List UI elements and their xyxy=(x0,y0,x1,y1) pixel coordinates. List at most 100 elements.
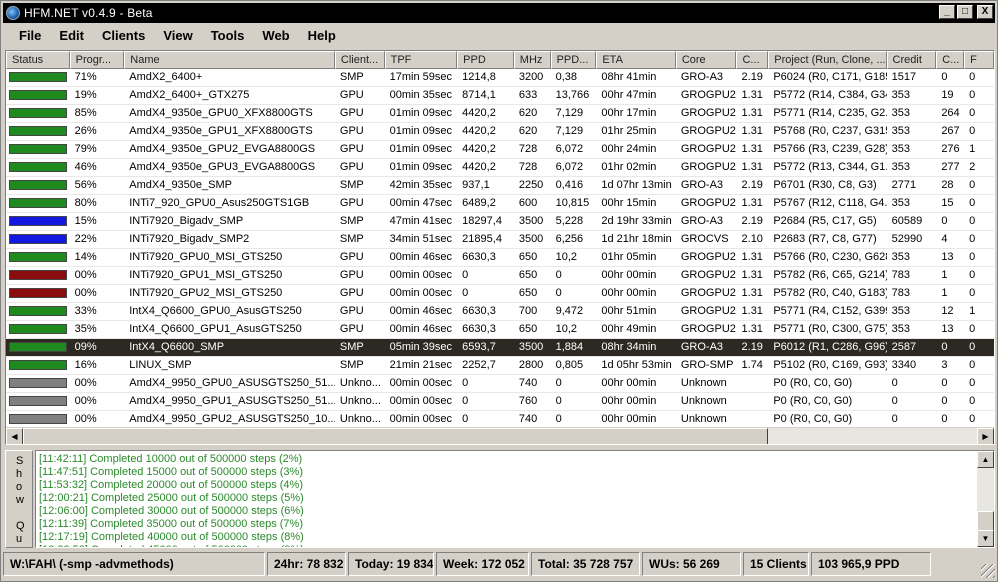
status-indicator-green xyxy=(9,324,67,334)
status-cell xyxy=(6,69,70,87)
cell-core-version: 1.31 xyxy=(741,269,763,281)
column-header-failed[interactable]: F xyxy=(964,51,994,69)
column-header-progress[interactable]: Progr... xyxy=(69,51,125,69)
scroll-left-arrow-icon[interactable]: ◀ xyxy=(6,428,23,444)
column-header-project[interactable]: Project (Run, Clone, ... xyxy=(768,51,887,69)
table-row[interactable]: 85% AmdX4_9350e_GPU0_XFX8800GTS GPU 01min 0… xyxy=(6,105,994,123)
scroll-down-arrow-icon[interactable]: ▼ xyxy=(977,530,994,547)
show-queue-toggle[interactable]: Show Qu xyxy=(5,450,33,548)
table-row[interactable]: 80% INTi7_920_GPU0_Asus250GTS1GB GPU 00min … xyxy=(6,195,994,213)
table-row[interactable]: 71% AmdX2_6400+ SMP 17min 59sec 1214,8 3200 0,… xyxy=(6,69,994,87)
cell-credit: 353 xyxy=(891,161,910,173)
cell-mhz: 700 xyxy=(518,305,538,317)
cell-completed: 0 xyxy=(941,71,948,83)
cell-completed: 1 xyxy=(941,269,948,281)
cell-name: INTi7920_Bigadv_SMP2 xyxy=(129,233,250,245)
show-queue-label-char: S xyxy=(16,455,24,467)
scroll-up-arrow-icon[interactable]: ▲ xyxy=(977,451,994,468)
table-row[interactable]: 16% LINUX_SMP SMP 21min 21sec 2252,7 2800 0,80… xyxy=(6,357,994,375)
log-vertical-scrollbar[interactable]: ▲ ▼ xyxy=(977,451,994,547)
cell-failed: 1 xyxy=(969,305,976,317)
cell-completed: 276 xyxy=(941,143,960,155)
scroll-right-arrow-icon[interactable]: ▶ xyxy=(977,428,994,444)
cell-completed: 28 xyxy=(941,179,954,191)
menu-help[interactable]: Help xyxy=(299,28,345,43)
menu-edit[interactable]: Edit xyxy=(50,28,93,43)
title-bar[interactable]: HFM.NET v0.4.9 - Beta _ □ X xyxy=(3,3,995,23)
table-row[interactable]: 15% INTi7920_Bigadv_SMP SMP 47min 41sec 1829… xyxy=(6,213,994,231)
table-row[interactable]: 22% INTi7920_Bigadv_SMP2 SMP 34min 51sec 218… xyxy=(6,231,994,249)
horizontal-scrollbar[interactable]: ◀ ▶ xyxy=(6,427,994,444)
column-header-core[interactable]: Core xyxy=(675,51,737,69)
cell-core-version: 2.19 xyxy=(741,71,763,83)
column-header-core-version[interactable]: C... xyxy=(736,51,769,69)
column-header-tpf[interactable]: TPF xyxy=(384,51,458,69)
status-indicator-green xyxy=(9,162,67,172)
minimize-button[interactable]: _ xyxy=(939,5,955,19)
resize-grip-icon[interactable] xyxy=(981,564,995,578)
cell-core-version: 1.31 xyxy=(741,251,763,263)
cell-completed: 267 xyxy=(941,125,960,137)
status-indicator-blue xyxy=(9,216,67,226)
clients-grid[interactable]: Status Progr... Name Client... TPF PPD MHz PPD.… xyxy=(5,50,995,445)
column-header-credit[interactable]: Credit xyxy=(886,51,937,69)
cell-eta: 00hr 51min xyxy=(601,305,657,317)
column-header-ppd-mhz[interactable]: PPD... xyxy=(550,51,597,69)
table-row[interactable]: 56% AmdX4_9350e_SMP SMP 42min 35sec 937,1 225… xyxy=(6,177,994,195)
cell-ppd: 0 xyxy=(462,377,469,389)
column-header-completed[interactable]: C... xyxy=(936,51,965,69)
cell-name: AmdX4_9350e_GPU0_XFX8800GTS xyxy=(129,107,313,119)
table-row[interactable]: 14% INTi7920_GPU0_MSI_GTS250 GPU 00min 46se… xyxy=(6,249,994,267)
cell-failed: 0 xyxy=(969,359,976,371)
cell-name: AmdX2_6400+ xyxy=(129,71,203,83)
menu-clients[interactable]: Clients xyxy=(93,28,154,43)
cell-mhz: 620 xyxy=(518,107,538,119)
cell-ppd: 8714,1 xyxy=(462,89,496,101)
maximize-button[interactable]: □ xyxy=(957,5,973,19)
column-header-ppd[interactable]: PPD xyxy=(457,51,514,69)
cell-name: AmdX4_9350e_GPU2_EVGA8800GS xyxy=(129,143,316,155)
menu-view[interactable]: View xyxy=(154,28,201,43)
table-row[interactable]: 00% INTi7920_GPU2_MSI_GTS250 GPU 00min 00se… xyxy=(6,285,994,303)
log-scroll-thumb[interactable] xyxy=(977,511,994,531)
cell-core: GROGPU2 xyxy=(680,269,736,281)
table-row[interactable]: 19% AmdX2_6400+_GTX275 GPU 00min 35sec 8714,… xyxy=(6,87,994,105)
table-row[interactable]: 33% IntX4_Q6600_GPU0_AsusGTS250 GPU 00min 4… xyxy=(6,303,994,321)
table-row[interactable]: 09% IntX4_Q6600_SMP SMP 05min 39sec 6593,7 35… xyxy=(6,339,994,357)
cell-credit: 2587 xyxy=(891,341,917,353)
log-panel: Show Qu [11:42:11] Completed 10000 out of… xyxy=(5,450,995,548)
cell-ppd: 6489,2 xyxy=(462,197,496,209)
status-indicator-green xyxy=(9,144,67,154)
close-button[interactable]: X xyxy=(977,5,993,19)
table-row[interactable]: 46% AmdX4_9350e_GPU3_EVGA8800GS GPU 01min 0… xyxy=(6,159,994,177)
cell-tpf: 00min 46sec xyxy=(389,251,452,263)
cell-progress: 15% xyxy=(74,215,97,227)
cell-project: P5771 (R0, C300, G75) xyxy=(773,323,887,335)
table-row[interactable]: 35% IntX4_Q6600_GPU1_AsusGTS250 GPU 00min 4… xyxy=(6,321,994,339)
cell-credit: 3340 xyxy=(891,359,917,371)
column-header-client[interactable]: Client... xyxy=(334,51,385,69)
cell-core-version: 2.19 xyxy=(741,215,763,227)
log-viewer[interactable]: [11:42:11] Completed 10000 out of 500000… xyxy=(35,450,995,548)
menu-tools[interactable]: Tools xyxy=(202,28,254,43)
table-row[interactable]: 26% AmdX4_9350e_GPU1_XFX8800GTS GPU 01min 0… xyxy=(6,123,994,141)
horizontal-scroll-thumb[interactable] xyxy=(23,428,768,444)
table-row[interactable]: 00% INTi7920_GPU1_MSI_GTS250 GPU 00min 00se… xyxy=(6,267,994,285)
column-header-name[interactable]: Name xyxy=(124,51,335,69)
cell-progress: 56% xyxy=(74,179,97,191)
table-row[interactable]: 00% AmdX4_9950_GPU1_ASUSGTS250_51... Unkno… xyxy=(6,393,994,411)
cell-core: GRO-A3 xyxy=(680,215,724,227)
menu-file[interactable]: File xyxy=(3,28,50,43)
menu-web[interactable]: Web xyxy=(253,28,298,43)
table-row[interactable]: 00% AmdX4_9950_GPU0_ASUSGTS250_51... Unkno… xyxy=(6,375,994,393)
column-header-mhz[interactable]: MHz xyxy=(513,51,551,69)
cell-tpf: 17min 59sec xyxy=(389,71,452,83)
column-header-status[interactable]: Status xyxy=(6,51,70,69)
cell-ppd-mhz: 9,472 xyxy=(555,305,584,317)
column-header-eta[interactable]: ETA xyxy=(596,51,676,69)
table-row[interactable]: 79% AmdX4_9350e_GPU2_EVGA8800GS GPU 01min 0… xyxy=(6,141,994,159)
cell-client: SMP xyxy=(339,341,364,353)
cell-client: GPU xyxy=(339,143,364,155)
cell-ppd-mhz: 1,884 xyxy=(555,341,584,353)
cell-failed: 0 xyxy=(969,125,976,137)
